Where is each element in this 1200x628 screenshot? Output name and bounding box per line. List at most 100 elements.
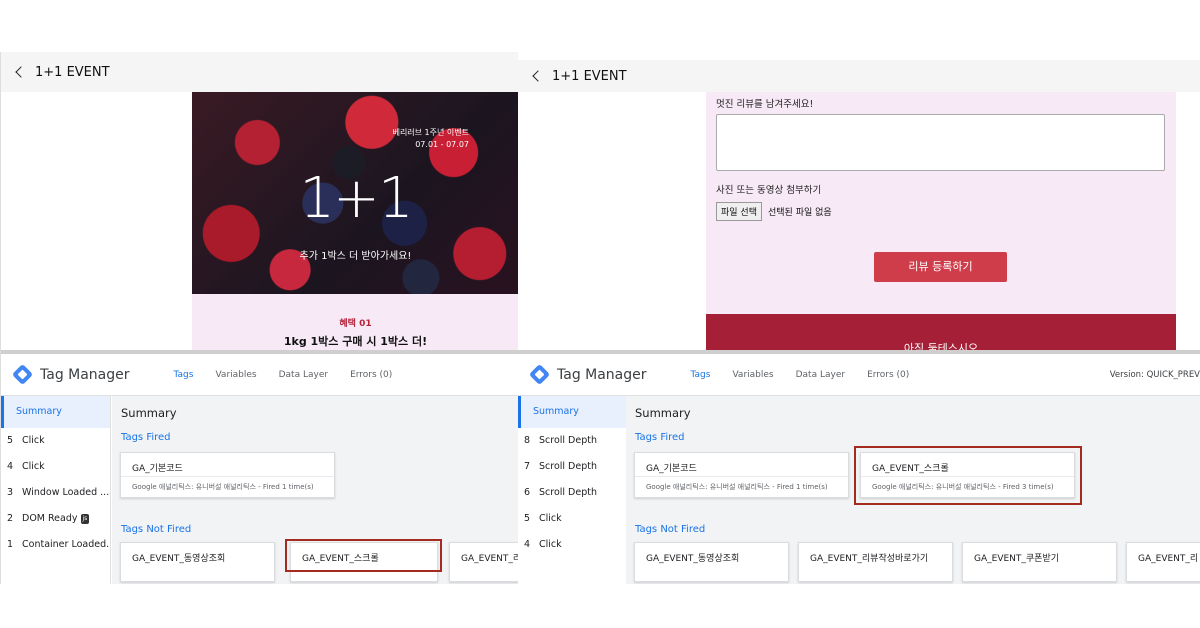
sidebar-event[interactable]: 5 Click xyxy=(518,506,627,532)
tag-manager-logo-icon xyxy=(528,363,551,386)
sidebar-event[interactable]: 7 Scroll Depth xyxy=(518,454,627,480)
hero-dates: 07.01 - 07.07 xyxy=(415,140,469,149)
tag-card[interactable]: GA_EVENT_리뷰작성바로가기 xyxy=(798,542,953,582)
js-badge-icon: js xyxy=(80,513,90,524)
tab-tags[interactable]: Tags xyxy=(174,370,194,380)
highlight-box xyxy=(854,446,1082,505)
tab-errors[interactable]: Errors (0) xyxy=(867,370,909,380)
tag-card[interactable]: GA_EVENT_쿠폰받기 xyxy=(962,542,1117,582)
sidebar-event[interactable]: 8 Scroll Depth xyxy=(518,428,627,454)
gtm-header: Tag Manager Tags Variables Data Layer Er… xyxy=(1,354,518,396)
sidebar-event[interactable]: 6 Scroll Depth xyxy=(518,480,627,506)
gtm-title: Tag Manager xyxy=(40,366,130,383)
event-label: DOM Ready xyxy=(22,513,78,524)
file-status: 선택된 파일 없음 xyxy=(768,208,832,218)
hero-headline: 1+1 xyxy=(299,166,413,231)
gtm-sidebar: Summary 5 Click 4 Click 3 Window Loaded ...… xyxy=(1,396,111,584)
sidebar-event[interactable]: 4 Click xyxy=(518,532,627,558)
sidebar-summary[interactable]: Summary xyxy=(1,396,110,428)
event-number: 5 xyxy=(524,513,531,524)
right-screenshot: 1+1 EVENT 멋진 리뷰를 남겨주세요! 사진 또는 동영상 첨부하기 파… xyxy=(518,60,1200,584)
tag-name: GA_EVENT_리 xyxy=(461,554,518,564)
gtm-sidebar: Summary 8 Scroll Depth 7 Scroll Depth 6 Scr… xyxy=(518,396,628,584)
event-number: 4 xyxy=(524,539,531,550)
benefit-section: 혜택 01 1kg 1박스 구매 시 1박스 더! xyxy=(192,294,518,350)
tag-card[interactable]: GA_기본코드 Google 애널리틱스: 유니버설 애널리틱스 - Fired… xyxy=(120,452,335,498)
event-label: Scroll Depth xyxy=(539,461,597,472)
summary-heading: Summary xyxy=(635,406,691,420)
sidebar-summary[interactable]: Summary xyxy=(518,396,627,428)
gtm-title: Tag Manager xyxy=(557,366,647,383)
app-header: 1+1 EVENT xyxy=(1,52,518,92)
event-number: 6 xyxy=(524,487,531,498)
tag-manager-logo-icon xyxy=(11,363,34,386)
benefit-label: 혜택 01 xyxy=(339,319,372,329)
sidebar-event[interactable]: 1 Container Loaded... xyxy=(1,532,110,558)
sidebar-event[interactable]: 2 DOM Ready js xyxy=(1,506,110,532)
submit-review-button[interactable]: 리뷰 등록하기 xyxy=(874,252,1007,282)
tags-fired-label: Tags Fired xyxy=(635,432,685,443)
event-number: 1 xyxy=(7,539,14,550)
event-number: 2 xyxy=(7,513,14,524)
tag-info: Google 애널리틱스: 유니버설 애널리틱스 - Fired 1 time(… xyxy=(635,476,848,497)
tab-data-layer[interactable]: Data Layer xyxy=(279,370,328,380)
event-label: Click xyxy=(22,461,45,472)
tag-card[interactable]: GA_EVENT_동영상조회 xyxy=(120,542,275,582)
event-number: 7 xyxy=(524,461,531,472)
sidebar-event[interactable]: 3 Window Loaded ... xyxy=(1,480,110,506)
event-label: Container Loaded... xyxy=(22,539,110,550)
header-title: 1+1 EVENT xyxy=(35,64,110,80)
app-header: 1+1 EVENT xyxy=(518,60,1200,92)
review-form: 멋진 리뷰를 남겨주세요! 사진 또는 동영상 첨부하기 파일 선택 선택된 파… xyxy=(706,92,1176,314)
tag-card[interactable]: GA_기본코드 Google 애널리틱스: 유니버설 애널리틱스 - Fired… xyxy=(634,452,849,498)
tag-card[interactable]: GA_EVENT_동영상조회 xyxy=(634,542,789,582)
sidebar-event[interactable]: 4 Click xyxy=(1,454,110,480)
benefit-title: 1kg 1박스 구매 시 1박스 더! xyxy=(283,335,428,348)
gtm-header: Tag Manager Tags Variables Data Layer Er… xyxy=(518,354,1200,396)
event-label: Scroll Depth xyxy=(539,435,597,446)
tab-variables[interactable]: Variables xyxy=(732,370,773,380)
back-chevron-icon[interactable] xyxy=(532,70,544,82)
gtm-main: Summary Tags Fired GA_기본코드 Google 애널리틱스:… xyxy=(626,396,1200,584)
left-screenshot: 1+1 EVENT 베리러브 1주년 이벤트 07.01 - 07.07 1+1… xyxy=(0,52,518,584)
event-label: Window Loaded ... xyxy=(22,487,110,498)
event-number: 3 xyxy=(7,487,14,498)
tag-name: GA_EVENT_쿠폰받기 xyxy=(974,554,1060,564)
tag-name: GA_EVENT_동영상조회 xyxy=(132,554,226,564)
event-number: 5 xyxy=(7,435,14,446)
tab-variables[interactable]: Variables xyxy=(215,370,256,380)
tab-data-layer[interactable]: Data Layer xyxy=(796,370,845,380)
tag-name: GA_기본코드 xyxy=(132,464,183,474)
tag-card[interactable]: GA_EVENT_리 xyxy=(449,542,518,582)
hero-tagline: 추가 1박스 더 받아가세요! xyxy=(299,251,412,262)
event-hero-image: 베리러브 1주년 이벤트 07.01 - 07.07 1+1 추가 1박스 더 … xyxy=(192,92,518,294)
header-title: 1+1 EVENT xyxy=(552,68,627,84)
event-number: 8 xyxy=(524,435,531,446)
event-number: 4 xyxy=(7,461,14,472)
tag-name: GA_EVENT_리뷰작성바로가기 xyxy=(810,554,929,564)
event-label: Click xyxy=(22,435,45,446)
file-select-button[interactable]: 파일 선택 xyxy=(716,202,762,221)
event-label: Click xyxy=(539,539,562,550)
summary-heading: Summary xyxy=(121,406,177,420)
tag-name: GA_EVENT_리 xyxy=(1138,554,1199,564)
version-label: Version: QUICK_PREV xyxy=(1109,369,1200,380)
tag-name: GA_기본코드 xyxy=(646,464,697,474)
event-label: Scroll Depth xyxy=(539,487,597,498)
sidebar-event[interactable]: 5 Click xyxy=(1,428,110,454)
highlight-box xyxy=(285,539,442,572)
tag-info: Google 애널리틱스: 유니버설 애널리틱스 - Fired 1 time(… xyxy=(121,476,334,497)
tag-card[interactable]: GA_EVENT_리 xyxy=(1126,542,1200,582)
event-label: Click xyxy=(539,513,562,524)
tab-errors[interactable]: Errors (0) xyxy=(350,370,392,380)
tags-not-fired-label: Tags Not Fired xyxy=(121,524,192,535)
back-chevron-icon[interactable] xyxy=(15,66,27,78)
tab-tags[interactable]: Tags xyxy=(691,370,711,380)
tags-not-fired-label: Tags Not Fired xyxy=(635,524,706,535)
review-textarea[interactable] xyxy=(716,114,1165,171)
tags-fired-label: Tags Fired xyxy=(121,432,171,443)
attach-label: 사진 또는 동영상 첨부하기 xyxy=(716,185,822,196)
gtm-main: Summary Tags Fired GA_기본코드 Google 애널리틱스:… xyxy=(112,396,518,584)
tag-name: GA_EVENT_동영상조회 xyxy=(646,554,740,564)
review-label: 멋진 리뷰를 남겨주세요! xyxy=(716,99,814,110)
